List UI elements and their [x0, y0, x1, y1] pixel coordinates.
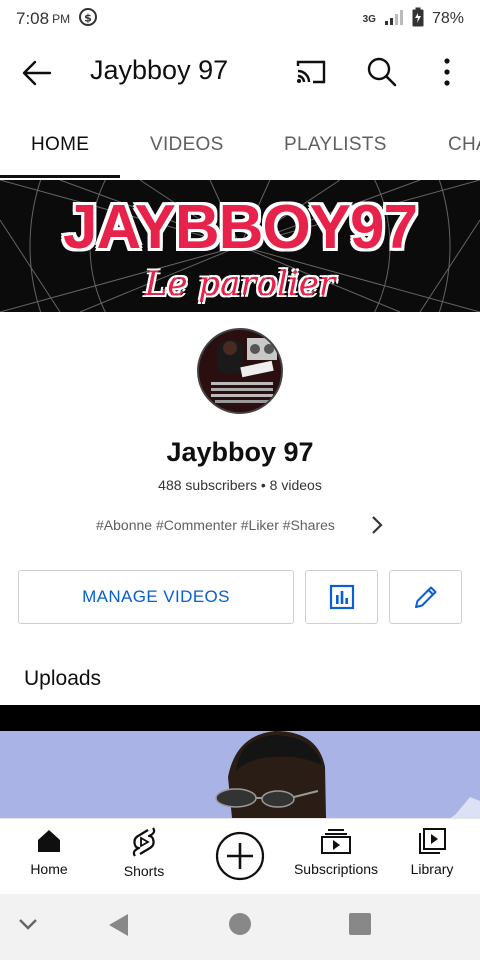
video-thumbnail[interactable] [0, 705, 480, 818]
banner-subtitle: Le parolier [144, 264, 336, 304]
channel-tabs: HOME VIDEOS PLAYLISTS CHA [0, 118, 480, 180]
status-left: 7:08 PM $ [16, 7, 98, 32]
circle-home-icon [229, 913, 251, 935]
tab-videos[interactable]: VIDEOS [150, 134, 224, 156]
system-recents-button[interactable] [348, 912, 372, 941]
svg-text:$: $ [84, 11, 92, 24]
system-hide-nav-button[interactable] [16, 912, 40, 941]
status-ampm: PM [52, 12, 71, 26]
triangle-back-icon [109, 914, 128, 936]
status-bar: 7:08 PM $ 3G 78% [0, 0, 480, 38]
chevron-down-icon [19, 919, 37, 930]
app-bar: Jaybboy 97 [0, 38, 480, 108]
pencil-icon [414, 586, 436, 608]
nav-subscriptions-label: Subscriptions [293, 861, 379, 877]
tab-home[interactable]: HOME [31, 134, 89, 156]
create-icon [215, 831, 265, 881]
library-icon [419, 828, 446, 854]
nav-create-button[interactable] [215, 831, 265, 886]
network-type: 3G [362, 13, 376, 25]
search-icon [367, 57, 397, 87]
battery-percent: 78% [431, 10, 464, 27]
more-options-button[interactable] [435, 56, 459, 93]
status-right: 3G 78% [363, 7, 464, 32]
cast-icon [296, 60, 326, 84]
thumbnail-image [0, 705, 480, 818]
home-icon [38, 830, 60, 852]
analytics-icon [329, 584, 354, 610]
nav-shorts[interactable]: Shorts [118, 827, 170, 879]
tab-indicator [0, 175, 120, 178]
back-button[interactable] [20, 56, 54, 90]
subscriptions-icon [321, 829, 351, 854]
about-expand-button[interactable] [368, 514, 386, 541]
channel-avatar[interactable] [197, 328, 283, 414]
manage-videos-button[interactable]: MANAGE VIDEOS [18, 570, 294, 624]
nav-subscriptions[interactable]: Subscriptions [288, 827, 384, 877]
channel-stats: 488 subscribers • 8 videos [158, 477, 322, 493]
analytics-button[interactable] [305, 570, 378, 624]
page-title: Jaybboy 97 [90, 55, 229, 85]
bottom-navigation: Home Shorts Subscriptions Library [0, 818, 480, 894]
uploads-heading: Uploads [24, 667, 102, 690]
more-vertical-icon [444, 58, 450, 86]
square-recents-icon [349, 913, 371, 935]
nav-shorts-label: Shorts [123, 863, 165, 879]
banner-title: JAYBBOY97 [62, 193, 418, 262]
system-home-button[interactable] [228, 912, 252, 941]
nav-library-label: Library [410, 861, 454, 877]
avatar-image [199, 330, 281, 412]
system-back-button[interactable] [106, 912, 132, 943]
nav-home[interactable]: Home [27, 827, 71, 877]
tab-playlists[interactable]: PLAYLISTS [284, 134, 387, 156]
arrow-left-icon [22, 60, 52, 86]
status-time: 7:08 [16, 9, 50, 28]
signal-icon [384, 8, 404, 31]
nav-home-label: Home [30, 861, 68, 877]
cast-button[interactable] [294, 58, 328, 91]
chevron-right-icon [372, 516, 383, 534]
channel-banner: JAYBBOY97 Le parolier [0, 180, 480, 312]
edit-channel-button[interactable] [389, 570, 462, 624]
battery-icon [412, 7, 424, 32]
channel-name: Jaybboy 97 [166, 437, 314, 467]
search-button[interactable] [366, 56, 398, 93]
system-navigation-bar [0, 894, 480, 960]
channel-description-tags[interactable]: #Abonne #Commenter #Liker #Shares [96, 517, 335, 533]
tab-channels[interactable]: CHA [448, 134, 480, 156]
shorts-icon [132, 827, 156, 857]
nav-library[interactable]: Library [406, 827, 458, 877]
sync-status-icon: $ [78, 7, 98, 32]
